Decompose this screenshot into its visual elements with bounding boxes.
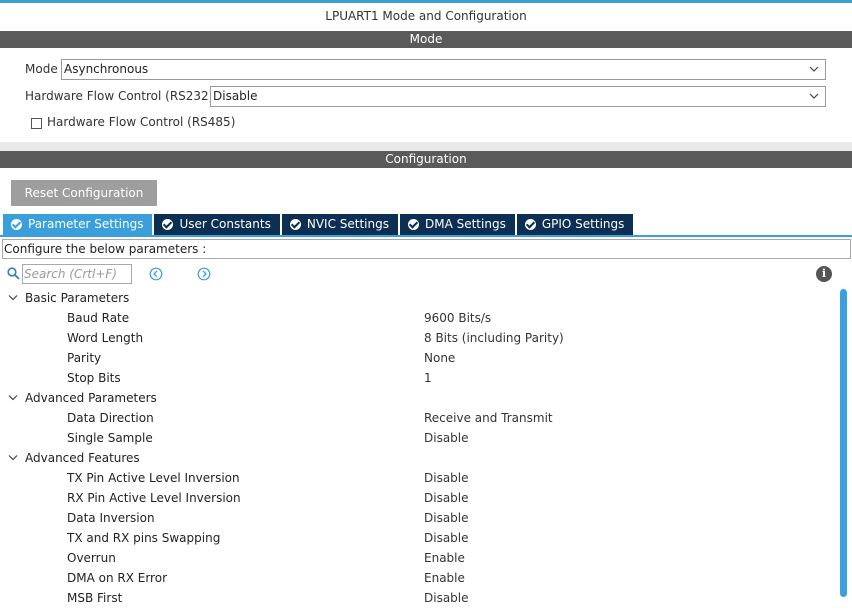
configuration-section-header: Configuration xyxy=(0,151,852,168)
parameter-value: 1 xyxy=(424,371,432,385)
hw-flow-rs232-select[interactable]: Disable xyxy=(210,86,826,107)
check-circle-icon xyxy=(524,219,536,230)
chevron-down-icon xyxy=(8,295,18,301)
category-name: Advanced Features xyxy=(25,451,140,465)
tab-label: User Constants xyxy=(179,217,271,231)
parameter-name: MSB First xyxy=(67,591,123,605)
parameter-value: Disable xyxy=(424,471,469,485)
parameter-name: Word Length xyxy=(67,331,144,345)
category-advanced-parameters[interactable]: Advanced Parameters xyxy=(0,388,838,408)
parameter-name: Data Direction xyxy=(67,411,154,425)
parameter-name: DMA on RX Error xyxy=(67,571,168,585)
parameter-value: None xyxy=(424,351,456,365)
arrow-left-circle-icon[interactable] xyxy=(149,267,163,281)
category-basic-parameters[interactable]: Basic Parameters xyxy=(0,288,838,308)
parameter-name: Parity xyxy=(67,351,102,365)
parameter-row[interactable]: Data Direction Receive and Transmit xyxy=(0,408,838,428)
hw-flow-rs485-label: Hardware Flow Control (RS485) xyxy=(47,115,236,129)
parameter-value: 9600 Bits/s xyxy=(424,311,492,325)
category-name: Basic Parameters xyxy=(25,291,130,305)
parameter-value: Receive and Transmit xyxy=(424,411,553,425)
tab-label: Parameter Settings xyxy=(28,217,144,231)
tab-gpio-settings[interactable]: GPIO Settings xyxy=(516,214,634,235)
arrow-right-circle-icon[interactable] xyxy=(197,267,211,281)
chevron-down-icon xyxy=(8,395,18,401)
parameter-value: Disable xyxy=(424,491,469,505)
check-circle-icon xyxy=(11,219,22,230)
tab-label: DMA Settings xyxy=(424,217,506,231)
tab-label: GPIO Settings xyxy=(541,217,625,231)
section-divider xyxy=(0,142,852,151)
parameter-row[interactable]: Data Inversion Disable xyxy=(0,508,838,528)
parameter-name: TX Pin Active Level Inversion xyxy=(67,471,240,485)
chevron-down-icon xyxy=(809,93,819,99)
parameter-value: Enable xyxy=(424,571,465,585)
check-circle-icon xyxy=(162,219,174,230)
chevron-down-icon xyxy=(8,455,18,461)
scrollbar-thumb[interactable] xyxy=(840,289,847,597)
search-icon xyxy=(7,267,20,280)
parameter-name: Single Sample xyxy=(67,431,153,445)
search-input[interactable] xyxy=(22,264,132,284)
mode-label: Mode xyxy=(25,62,58,76)
hw-flow-rs232-label: Hardware Flow Control (RS232) xyxy=(25,89,214,103)
tab-dma-settings[interactable]: DMA Settings xyxy=(399,214,515,235)
parameter-name: RX Pin Active Level Inversion xyxy=(67,491,241,505)
parameter-row[interactable]: TX and RX pins Swapping Disable xyxy=(0,528,838,548)
parameter-name: Stop Bits xyxy=(67,371,121,385)
parameter-row[interactable]: RX Pin Active Level Inversion Disable xyxy=(0,488,838,508)
parameter-value: Disable xyxy=(424,431,469,445)
parameter-row[interactable]: TX Pin Active Level Inversion Disable xyxy=(0,468,838,488)
parameter-row[interactable]: Single Sample Disable xyxy=(0,428,838,448)
tab-label: NVIC Settings xyxy=(306,217,389,231)
parameter-name: TX and RX pins Swapping xyxy=(67,531,221,545)
mode-section-header: Mode xyxy=(0,31,852,48)
tab-underline xyxy=(0,235,852,237)
parameter-row[interactable]: Baud Rate 9600 Bits/s xyxy=(0,308,838,328)
parameter-value: Disable xyxy=(424,531,469,545)
reset-configuration-button[interactable]: Reset Configuration xyxy=(11,180,157,206)
parameter-tree: Basic Parameters Baud Rate 9600 Bits/s Wo… xyxy=(0,288,838,608)
parameter-row[interactable]: DMA on RX Error Enable xyxy=(0,568,838,588)
tab-nvic-settings[interactable]: NVIC Settings xyxy=(281,214,398,235)
parameter-row[interactable]: Overrun Enable xyxy=(0,548,838,568)
category-advanced-features[interactable]: Advanced Features xyxy=(0,448,838,468)
parameter-value: Enable xyxy=(424,551,465,565)
check-circle-icon xyxy=(407,219,419,230)
tab-parameter-settings[interactable]: Parameter Settings xyxy=(3,214,153,235)
parameter-name: Overrun xyxy=(67,551,116,565)
configure-description: Configure the below parameters : xyxy=(2,239,851,259)
parameter-row[interactable]: Word Length 8 Bits (including Parity) xyxy=(0,328,838,348)
hw-flow-rs485-checkbox[interactable] xyxy=(31,118,42,129)
category-name: Advanced Parameters xyxy=(25,391,157,405)
parameter-value: Disable xyxy=(424,511,469,525)
tab-user-constants[interactable]: User Constants xyxy=(154,214,280,235)
parameter-row[interactable]: Parity None xyxy=(0,348,838,368)
info-icon[interactable]: i xyxy=(816,266,832,282)
hw-flow-rs232-value: Disable xyxy=(213,89,258,103)
check-circle-icon xyxy=(289,219,301,230)
parameter-row[interactable]: MSB First Disable xyxy=(0,588,838,608)
mode-select[interactable]: Asynchronous xyxy=(61,59,826,80)
panel-title: LPUART1 Mode and Configuration xyxy=(325,9,527,23)
parameter-name: Baud Rate xyxy=(67,311,130,325)
parameter-name: Data Inversion xyxy=(67,511,155,525)
parameter-value: 8 Bits (including Parity) xyxy=(424,331,564,345)
parameter-row[interactable]: Stop Bits 1 xyxy=(0,368,838,388)
parameter-value: Disable xyxy=(424,591,469,605)
mode-select-value: Asynchronous xyxy=(64,62,149,76)
chevron-down-icon xyxy=(809,66,819,72)
config-tabs: Parameter Settings User Constants NVIC S… xyxy=(3,214,635,236)
vertical-scrollbar[interactable] xyxy=(839,288,848,610)
